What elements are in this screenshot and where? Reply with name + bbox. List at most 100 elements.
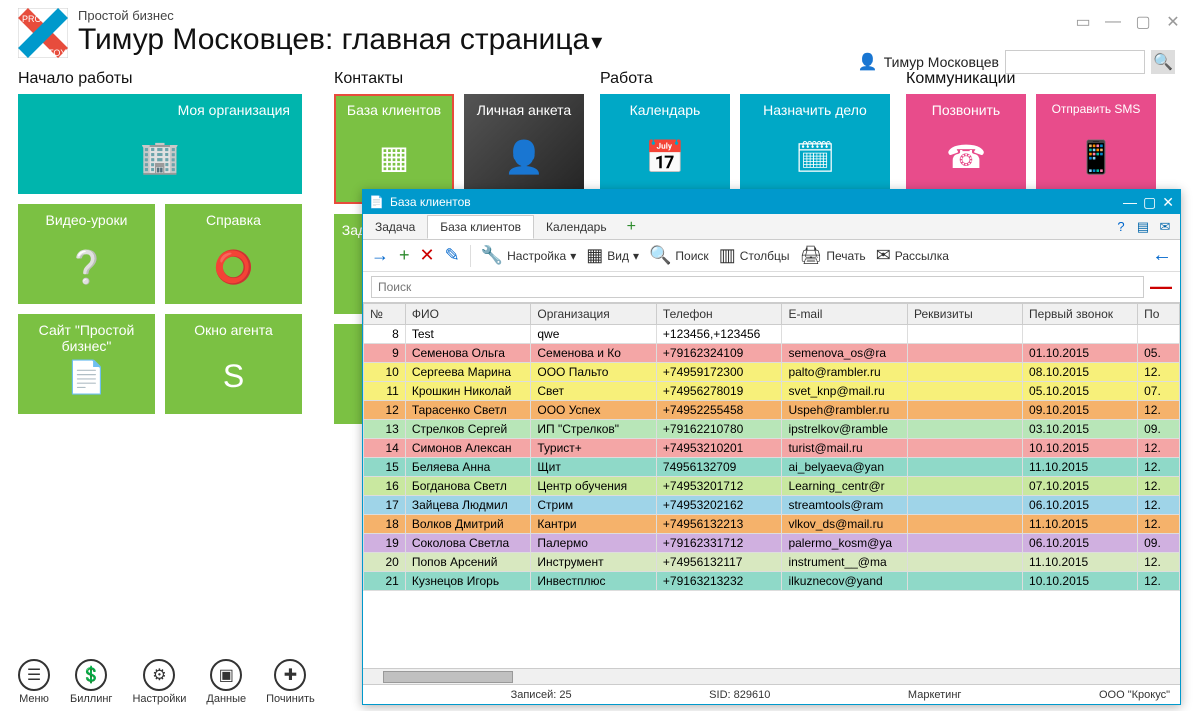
- table-cell[interactable]: 11.10.2015: [1023, 458, 1138, 477]
- table-cell[interactable]: 05.10.2015: [1023, 382, 1138, 401]
- tile-send-sms[interactable]: Отправить SMS 📱: [1036, 94, 1156, 194]
- title-dropdown-icon[interactable]: ▾: [591, 29, 602, 54]
- col-phone[interactable]: Телефон: [656, 304, 782, 325]
- table-row[interactable]: 17Зайцева ЛюдмилСтрим+74953202162streamt…: [364, 496, 1180, 515]
- table-cell[interactable]: Палермо: [531, 534, 657, 553]
- billing-button[interactable]: 💲Биллинг: [70, 659, 112, 705]
- table-row[interactable]: 15Беляева АннаЩит74956132709ai_belyaeva@…: [364, 458, 1180, 477]
- table-cell[interactable]: 18: [364, 515, 406, 534]
- columns-button[interactable]: ▥Столбцы: [719, 245, 790, 266]
- popup-minimize-button[interactable]: —: [1123, 194, 1137, 211]
- table-cell[interactable]: instrument__@ma: [782, 553, 908, 572]
- table-cell[interactable]: [907, 344, 1022, 363]
- menu-button[interactable]: ☰Меню: [18, 659, 50, 705]
- forward-button[interactable]: →: [371, 245, 389, 266]
- config-icon[interactable]: ▤: [1134, 218, 1152, 236]
- table-row[interactable]: 8Testqwe+123456,+123456: [364, 325, 1180, 344]
- table-cell[interactable]: Uspeh@rambler.ru: [782, 401, 908, 420]
- horizontal-scrollbar[interactable]: [363, 668, 1180, 684]
- table-cell[interactable]: [907, 477, 1022, 496]
- table-cell[interactable]: Семенова Ольга: [405, 344, 531, 363]
- table-cell[interactable]: 15: [364, 458, 406, 477]
- col-org[interactable]: Организация: [531, 304, 657, 325]
- table-cell[interactable]: 01.10.2015: [1023, 344, 1138, 363]
- table-cell[interactable]: 05.: [1138, 344, 1180, 363]
- tab-client-base[interactable]: База клиентов: [427, 215, 534, 239]
- help-icon[interactable]: ?: [1112, 218, 1130, 236]
- table-cell[interactable]: [907, 496, 1022, 515]
- scrollbar-thumb[interactable]: [383, 671, 513, 683]
- table-cell[interactable]: ipstrelkov@ramble: [782, 420, 908, 439]
- table-row[interactable]: 18Волков ДмитрийКантри+74956132213vlkov_…: [364, 515, 1180, 534]
- edit-button[interactable]: ✎: [445, 245, 460, 266]
- mailing-button[interactable]: ✉Рассылка: [876, 245, 949, 266]
- table-cell[interactable]: Стрим: [531, 496, 657, 515]
- table-cell[interactable]: ilkuznecov@yand: [782, 572, 908, 591]
- table-cell[interactable]: [907, 458, 1022, 477]
- table-cell[interactable]: [907, 572, 1022, 591]
- table-search-input[interactable]: [371, 276, 1144, 298]
- table-cell[interactable]: vlkov_ds@mail.ru: [782, 515, 908, 534]
- table-cell[interactable]: semenova_os@ra: [782, 344, 908, 363]
- add-tab-button[interactable]: +: [619, 218, 644, 236]
- table-cell[interactable]: Зайцева Людмил: [405, 496, 531, 515]
- table-cell[interactable]: +74956132213: [656, 515, 782, 534]
- settings-dropdown[interactable]: 🔧Настройка▾: [481, 245, 577, 266]
- minimize-button[interactable]: —: [1103, 12, 1123, 32]
- table-row[interactable]: 10Сергеева МаринаООО Пальто+74959172300p…: [364, 363, 1180, 382]
- table-cell[interactable]: [782, 325, 908, 344]
- table-cell[interactable]: +74956278019: [656, 382, 782, 401]
- table-cell[interactable]: 19: [364, 534, 406, 553]
- table-cell[interactable]: 12.: [1138, 439, 1180, 458]
- table-cell[interactable]: Learning_centr@r: [782, 477, 908, 496]
- table-cell[interactable]: 11.10.2015: [1023, 515, 1138, 534]
- search-button[interactable]: 🔍Поиск: [649, 245, 709, 266]
- table-cell[interactable]: [1023, 325, 1138, 344]
- table-cell[interactable]: 11: [364, 382, 406, 401]
- table-cell[interactable]: 12.: [1138, 401, 1180, 420]
- table-cell[interactable]: [907, 325, 1022, 344]
- table-cell[interactable]: Инструмент: [531, 553, 657, 572]
- table-cell[interactable]: Сергеева Марина: [405, 363, 531, 382]
- table-cell[interactable]: 07.10.2015: [1023, 477, 1138, 496]
- table-cell[interactable]: palto@rambler.ru: [782, 363, 908, 382]
- table-cell[interactable]: 09.10.2015: [1023, 401, 1138, 420]
- table-cell[interactable]: Беляева Анна: [405, 458, 531, 477]
- table-cell[interactable]: turist@mail.ru: [782, 439, 908, 458]
- tile-calendar[interactable]: Календарь 📅: [600, 94, 730, 194]
- col-number[interactable]: №: [364, 304, 406, 325]
- table-cell[interactable]: Волков Дмитрий: [405, 515, 531, 534]
- table-cell[interactable]: qwe: [531, 325, 657, 344]
- table-cell[interactable]: +74959172300: [656, 363, 782, 382]
- table-cell[interactable]: 20: [364, 553, 406, 572]
- col-email[interactable]: E-mail: [782, 304, 908, 325]
- mail-icon[interactable]: ✉: [1156, 218, 1174, 236]
- tab-calendar[interactable]: Календарь: [534, 216, 619, 238]
- table-cell[interactable]: Соколова Светла: [405, 534, 531, 553]
- table-cell[interactable]: 9: [364, 344, 406, 363]
- close-button[interactable]: ✕: [1163, 12, 1183, 32]
- table-cell[interactable]: Семенова и Ко: [531, 344, 657, 363]
- table-cell[interactable]: 74956132709: [656, 458, 782, 477]
- tile-my-organization[interactable]: Моя организация 🏢: [18, 94, 302, 194]
- table-cell[interactable]: +74953202162: [656, 496, 782, 515]
- delete-button[interactable]: ✕: [420, 245, 435, 266]
- table-row[interactable]: 19Соколова СветлаПалермо+79162331712pale…: [364, 534, 1180, 553]
- table-cell[interactable]: 12.: [1138, 515, 1180, 534]
- tile-personal-profile[interactable]: Личная анкета 👤: [464, 94, 584, 204]
- table-cell[interactable]: +74952255458: [656, 401, 782, 420]
- table-cell[interactable]: 10.10.2015: [1023, 572, 1138, 591]
- table-cell[interactable]: +74953201712: [656, 477, 782, 496]
- table-cell[interactable]: Стрелков Сергей: [405, 420, 531, 439]
- tile-assign-task[interactable]: Назначить дело 🗓: [740, 94, 890, 194]
- table-cell[interactable]: 8: [364, 325, 406, 344]
- table-cell[interactable]: 12.: [1138, 572, 1180, 591]
- table-cell[interactable]: Свет: [531, 382, 657, 401]
- table-row[interactable]: 9Семенова ОльгаСеменова и Ко+79162324109…: [364, 344, 1180, 363]
- table-cell[interactable]: 03.10.2015: [1023, 420, 1138, 439]
- collapse-button[interactable]: —: [1150, 274, 1172, 300]
- table-cell[interactable]: [907, 439, 1022, 458]
- tile-agent-window[interactable]: Окно агента S: [165, 314, 302, 414]
- col-requisites[interactable]: Реквизиты: [907, 304, 1022, 325]
- global-search-input[interactable]: [1005, 50, 1145, 74]
